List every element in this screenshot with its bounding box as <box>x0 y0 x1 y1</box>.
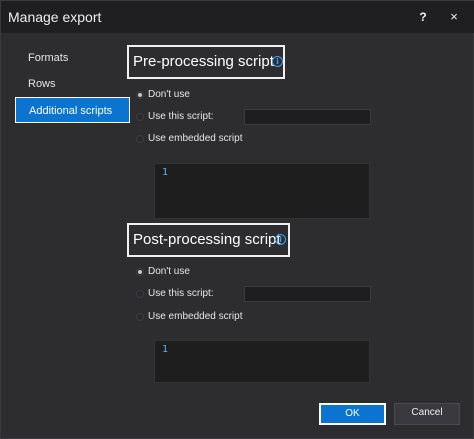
sidebar-item-label: Formats <box>28 52 69 64</box>
cancel-button[interactable]: Cancel <box>394 403 460 425</box>
post-processing-title-text: Post-processing script <box>133 231 281 248</box>
radio-label: Use embedded script <box>148 311 243 322</box>
line-number: 1 <box>162 344 169 355</box>
radio-button[interactable] <box>136 268 144 276</box>
window-title: Manage export <box>8 9 102 25</box>
radio-label: Don't use <box>148 89 190 100</box>
sidebar-item-additional-scripts[interactable]: Additional scripts <box>15 97 130 123</box>
line-number: 1 <box>162 167 169 178</box>
sidebar-item-label: Additional scripts <box>29 105 113 117</box>
pre-processing-title-text: Pre-processing script <box>133 53 274 70</box>
radio-label: Use this script: <box>148 288 214 299</box>
info-icon[interactable]: i <box>272 56 283 67</box>
pre-script-editor[interactable]: 1 <box>154 163 370 219</box>
radio-button[interactable] <box>136 313 144 321</box>
post-script-editor[interactable]: 1 <box>154 340 370 383</box>
help-icon[interactable]: ? <box>413 7 433 27</box>
radio-label: Use this script: <box>148 111 214 122</box>
post-script-path-input[interactable] <box>244 286 371 302</box>
title-bar: Manage export ? × <box>1 1 474 33</box>
sidebar-item-label: Rows <box>28 78 56 90</box>
sidebar: Formats Rows Additional scripts <box>15 43 133 383</box>
manage-export-dialog: Manage export ? × Formats Rows Additiona… <box>0 0 474 439</box>
radio-button[interactable] <box>136 135 144 143</box>
pre-processing-title: Pre-processing script i <box>127 45 285 79</box>
sidebar-item-rows[interactable]: Rows <box>15 71 130 97</box>
ok-button[interactable]: OK <box>319 403 386 425</box>
info-icon[interactable]: i <box>275 234 286 245</box>
close-icon[interactable]: × <box>444 7 464 27</box>
post-processing-title: Post-processing script i <box>127 223 290 257</box>
sidebar-item-formats[interactable]: Formats <box>15 45 130 71</box>
pre-script-path-input[interactable] <box>244 109 371 125</box>
radio-button[interactable] <box>136 290 144 298</box>
radio-label: Use embedded script <box>148 133 243 144</box>
radio-button[interactable] <box>136 113 144 121</box>
radio-label: Don't use <box>148 266 190 277</box>
radio-button[interactable] <box>136 91 144 99</box>
